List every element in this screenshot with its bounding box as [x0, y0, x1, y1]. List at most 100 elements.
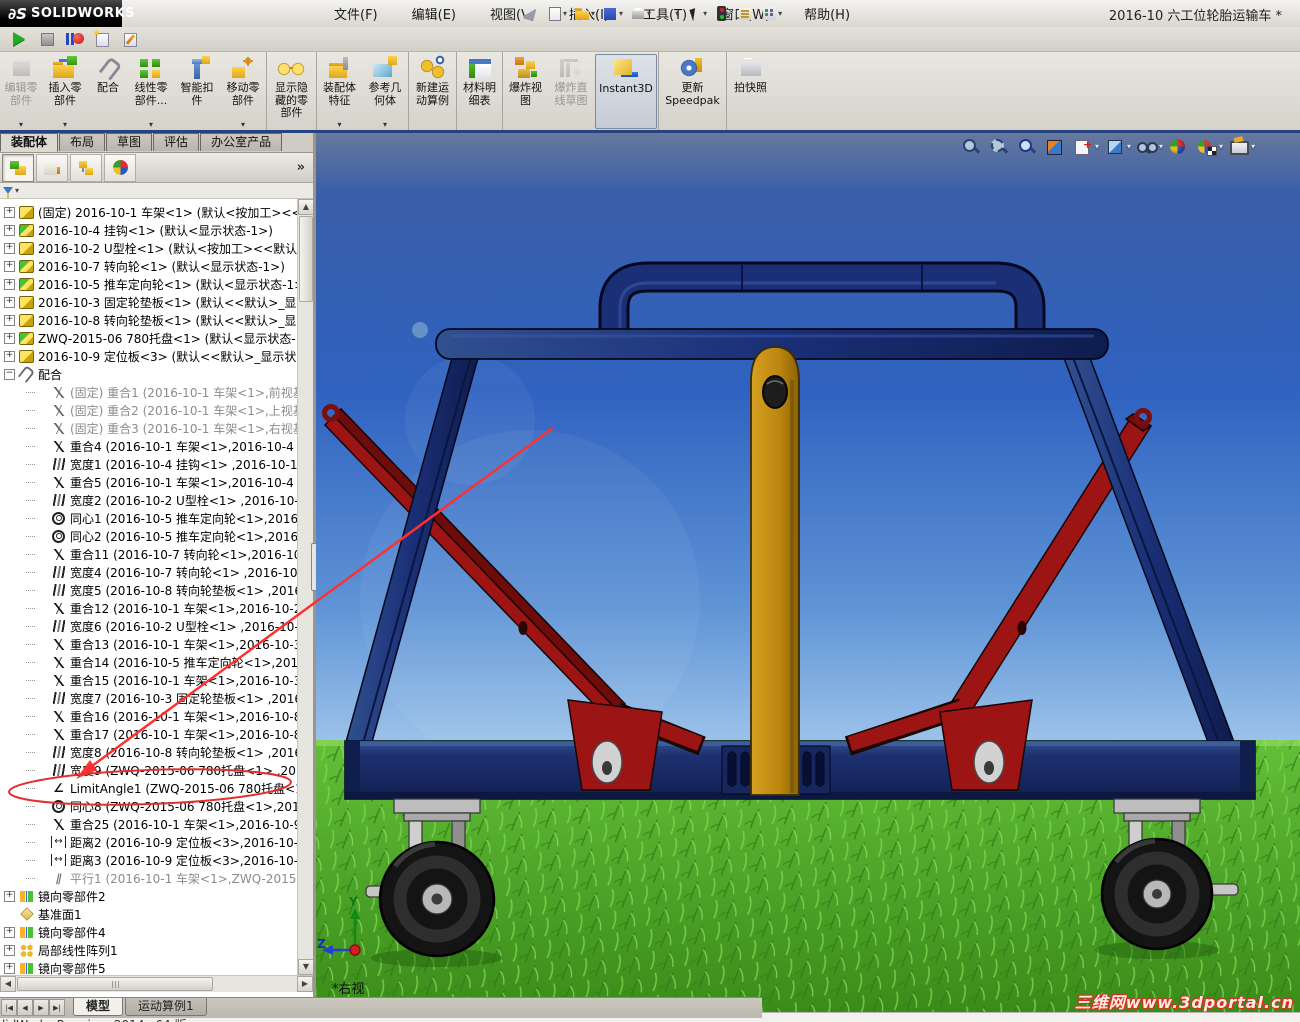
toolbar-button[interactable]: 智能扣 件 ▾ — [174, 52, 220, 131]
quick-tool-button[interactable] — [735, 3, 756, 24]
macro-tool-button[interactable] — [66, 31, 84, 47]
command-tab[interactable]: 布局 — [59, 133, 106, 151]
tree-item[interactable]: 基准面1 — [0, 905, 297, 923]
command-tab[interactable]: 装配体 — [0, 133, 59, 152]
tree-horizontal-scrollbar[interactable]: ◀ ▶ — [0, 975, 313, 992]
quick-tool-button[interactable]: ▾ — [544, 3, 569, 24]
scroll-up-button[interactable]: ▲ — [298, 199, 314, 215]
toolbar-button[interactable]: 显示隐 藏的零 部件 ▾ — [266, 52, 316, 131]
toolbar-button[interactable]: Instant3D ▾ — [595, 54, 657, 129]
quick-tool-button[interactable]: ▾ — [600, 3, 625, 24]
toolbar-button[interactable]: 编辑零 部件 ▾ — [0, 52, 42, 131]
tree-item[interactable]: + 2016-10-5 推车定向轮<1> (默认<显示状态-1>) — [0, 275, 297, 293]
tree-item[interactable]: 宽度6 (2016-10-2 U型栓<1> ,2016-10-1 车架 — [0, 617, 297, 635]
filter-icon[interactable] — [3, 187, 13, 198]
model-canvas[interactable] — [316, 133, 1300, 1012]
tree-item[interactable]: 重合4 (2016-10-1 车架<1>,2016-10-4 挂钩< — [0, 437, 297, 455]
expander-icon[interactable]: + — [4, 278, 15, 290]
command-tab[interactable]: 草图 — [106, 133, 153, 151]
tree-item[interactable]: LimitAngle1 (ZWQ-2015-06 780托盘<1>,201 — [0, 779, 297, 797]
tree-item[interactable]: 同心2 (2016-10-5 推车定向轮<1>,2016-10-3 — [0, 527, 297, 545]
quick-tool-button[interactable]: ▾ — [759, 3, 784, 24]
tree-item[interactable]: 重合14 (2016-10-5 推车定向轮<1>,2016-10-3 — [0, 653, 297, 671]
toolbar-button[interactable]: 爆炸直 线草图 ▾ — [548, 52, 594, 131]
tree-item[interactable]: 重合12 (2016-10-1 车架<1>,2016-10-2 U型栓 — [0, 599, 297, 617]
expander-icon[interactable]: + — [4, 242, 15, 254]
view-tool-button[interactable]: ▾ — [1136, 136, 1163, 157]
tab-display-manager[interactable] — [104, 153, 136, 182]
tree-item[interactable]: + 镜向零部件4 — [0, 923, 297, 941]
expander-icon[interactable]: + — [4, 350, 15, 362]
menu-item[interactable]: 帮助(H) — [800, 2, 854, 25]
view-tool-button[interactable] — [1016, 136, 1039, 157]
macro-tool-button[interactable] — [94, 31, 112, 47]
view-tool-button[interactable] — [1168, 136, 1191, 157]
command-tab[interactable]: 办公室产品 — [200, 133, 283, 151]
quick-tool-button[interactable] — [712, 3, 732, 24]
tree-item[interactable]: + 镜向零部件2 — [0, 887, 297, 905]
tree-item[interactable]: + 2016-10-8 转向轮垫板<1> (默认<<默认>_显示状 — [0, 311, 297, 329]
graphics-viewport[interactable]: Y Z *右视 三维网www.3dportal.cn + ▾ ▾ ▾ ▾ ▾ — [316, 133, 1300, 1012]
toolbar-button[interactable]: 更新 Speedpak ▾ — [658, 52, 726, 131]
tree-item[interactable]: 距离2 (2016-10-9 定位板<3>,2016-10-1 车架 — [0, 833, 297, 851]
view-tool-button[interactable]: ▾ — [1228, 136, 1255, 157]
tree-item[interactable]: 宽度1 (2016-10-4 挂钩<1> ,2016-10-1 车架< — [0, 455, 297, 473]
expander-icon[interactable]: + — [4, 890, 15, 902]
expander-icon[interactable]: + — [4, 314, 15, 326]
toolbar-button[interactable]: 拍快照 ▾ — [726, 52, 774, 131]
view-tool-button[interactable] — [1044, 136, 1067, 157]
horizontal-scroll-thumb[interactable] — [17, 977, 213, 991]
tree-item[interactable]: 宽度7 (2016-10-3 固定轮垫板<1> ,2016-10-1 — [0, 689, 297, 707]
tree-item[interactable]: 重合13 (2016-10-1 车架<1>,2016-10-3 固定轮 — [0, 635, 297, 653]
tree-item[interactable]: + 2016-10-3 固定轮垫板<1> (默认<<默认>_显示状 — [0, 293, 297, 311]
toolbar-button[interactable]: 参考几 何体 ▾ — [362, 52, 408, 131]
tree-item[interactable]: + 2016-10-4 挂钩<1> (默认<显示状态-1>) — [0, 221, 297, 239]
expander-icon[interactable]: + — [4, 944, 15, 956]
tree-item[interactable]: 同心8 (ZWQ-2015-06 780托盘<1>,2016-10-9 — [0, 797, 297, 815]
quick-tool-button[interactable]: ▾ — [572, 3, 597, 24]
view-tool-button[interactable]: ▾ — [1196, 136, 1223, 157]
quick-tool-button[interactable]: ▾ — [684, 3, 709, 24]
tree-item[interactable]: + ZWQ-2015-06 780托盘<1> (默认<显示状态-1>) — [0, 329, 297, 347]
expander-icon[interactable]: + — [4, 926, 15, 938]
tab-nav-button[interactable]: ▶| — [49, 999, 65, 1016]
tree-item[interactable]: 同心1 (2016-10-5 推车定向轮<1>,2016-10-3 — [0, 509, 297, 527]
macro-tool-button[interactable] — [122, 31, 140, 47]
tree-item[interactable]: + 2016-10-2 U型栓<1> (默认<按加工><<默认>_显 — [0, 239, 297, 257]
tree-item[interactable]: 距离3 (2016-10-9 定位板<3>,2016-10-1 车架 — [0, 851, 297, 869]
tree-item[interactable]: 宽度8 (2016-10-8 转向轮垫板<1> ,2016-10-1 — [0, 743, 297, 761]
tree-item[interactable]: 宽度9 (ZWQ-2015-06 780托盘<1> ,2016-10- — [0, 761, 297, 779]
menu-item[interactable]: 文件(F) — [330, 2, 382, 25]
gold-mast[interactable] — [750, 346, 800, 796]
tab-nav-button[interactable]: ◀ — [17, 999, 33, 1016]
tab-nav-button[interactable]: |◀ — [1, 999, 17, 1016]
view-tool-button[interactable] — [960, 136, 983, 157]
tree-item[interactable]: − 配合 — [0, 365, 297, 383]
toolbar-button[interactable]: 爆炸视 图 ▾ — [502, 52, 548, 131]
panel-overflow-button[interactable]: » — [297, 160, 305, 175]
study-tab[interactable]: 运动算例1 — [125, 998, 207, 1016]
toolbar-button[interactable]: 装配体 特征 ▾ — [316, 52, 362, 131]
expander-icon[interactable]: + — [4, 296, 15, 308]
tree-item[interactable]: + (固定) 2016-10-1 车架<1> (默认<按加工><<默认 — [0, 203, 297, 221]
tab-feature-tree[interactable] — [2, 153, 34, 182]
macro-tool-button[interactable] — [38, 31, 56, 47]
tab-property-manager[interactable] — [36, 153, 68, 182]
quick-tool-button[interactable]: ▾ — [628, 3, 653, 24]
toolbar-button[interactable]: 配合 ▾ — [88, 52, 128, 131]
chevron-down-icon[interactable]: ▾ — [15, 186, 19, 195]
tab-configuration-manager[interactable] — [70, 153, 102, 182]
scroll-down-button[interactable]: ▼ — [298, 959, 314, 975]
command-tab[interactable]: 评估 — [153, 133, 200, 151]
expander-icon[interactable]: + — [4, 206, 15, 218]
scroll-left-button[interactable]: ◀ — [0, 976, 16, 992]
tree-item[interactable]: 宽度4 (2016-10-7 转向轮<1> ,2016-10-8 转向 — [0, 563, 297, 581]
toolbar-button[interactable]: 新建运 动算例 ▾ — [408, 52, 456, 131]
tree-item[interactable]: 平行1 (2016-10-1 车架<1>,ZWQ-2015-06 78 — [0, 869, 297, 887]
tree-item[interactable]: + 镜向零部件5 — [0, 959, 297, 975]
view-tool-button[interactable] — [988, 136, 1011, 157]
toolbar-button[interactable]: 插入零 部件 ▾ — [42, 52, 88, 131]
tree-item[interactable]: + 局部线性阵列1 — [0, 941, 297, 959]
tree-item[interactable]: 重合17 (2016-10-1 车架<1>,2016-10-8 转向轮 — [0, 725, 297, 743]
expander-icon[interactable]: + — [4, 332, 15, 344]
